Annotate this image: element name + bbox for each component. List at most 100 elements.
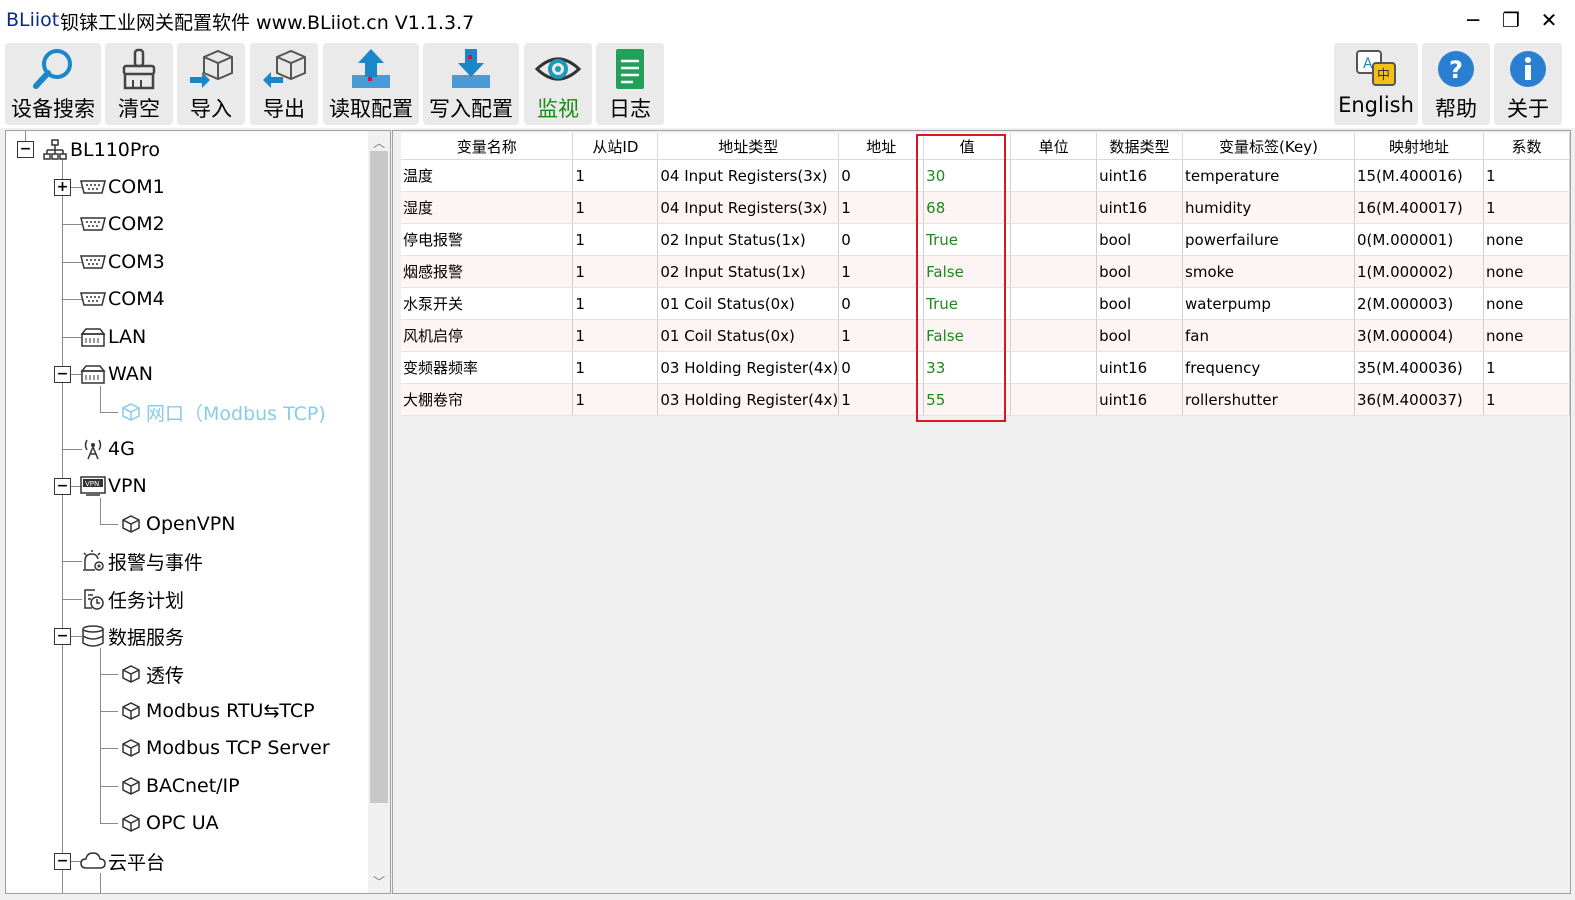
cell-address[interactable]: 1 — [838, 255, 925, 288]
table-row[interactable]: 风机启停 1 01 Coil Status(0x) 1 False bool fan 3(M.… — [401, 319, 1571, 352]
collapse-toggle[interactable]: − — [17, 141, 34, 158]
column-header-address-type[interactable]: 地址类型 — [657, 133, 840, 160]
column-header-variable-name[interactable]: 变量名称 — [401, 133, 574, 160]
cell-slave-id[interactable]: 1 — [572, 223, 659, 256]
cell-value[interactable]: 30 — [923, 159, 1012, 192]
close-button[interactable]: ✕ — [1534, 8, 1564, 32]
write-config-button[interactable]: 写入配置 — [423, 43, 519, 125]
cell-value[interactable]: True — [923, 223, 1012, 256]
tree-item-data-service[interactable]: 数据服务 — [80, 621, 184, 651]
cell-address[interactable]: 0 — [838, 287, 925, 320]
clear-button[interactable]: 清空 — [105, 43, 173, 125]
collapse-toggle[interactable]: − — [54, 628, 71, 645]
cell-address-type[interactable]: 02 Input Status(1x) — [657, 223, 840, 256]
tree-item-transparent[interactable]: 透传 — [118, 659, 184, 689]
tree-item-lan[interactable]: LAN — [80, 322, 146, 352]
cell-mapped-address[interactable]: 2(M.000003) — [1354, 287, 1484, 320]
cell-data-type[interactable]: uint16 — [1096, 191, 1184, 224]
log-button[interactable]: 日志 — [596, 43, 664, 125]
tree-root[interactable]: BL110Pro — [42, 135, 160, 165]
cell-address-type[interactable]: 04 Input Registers(3x) — [657, 191, 840, 224]
read-config-button[interactable]: 读取配置 — [323, 43, 419, 125]
cell-value[interactable]: 68 — [923, 191, 1012, 224]
cell-address-type[interactable]: 04 Input Registers(3x) — [657, 159, 840, 192]
cell-unit[interactable] — [1010, 351, 1098, 384]
cell-data-type[interactable]: uint16 — [1096, 383, 1184, 416]
cell-data-type[interactable]: bool — [1096, 319, 1184, 352]
collapse-toggle[interactable]: − — [54, 853, 71, 870]
restore-button[interactable]: ❐ — [1496, 8, 1526, 32]
cell-address-type[interactable]: 01 Coil Status(0x) — [657, 319, 840, 352]
expand-toggle[interactable]: + — [54, 179, 71, 196]
cell-variable-name[interactable]: 水泵开关 — [401, 287, 574, 320]
cell-data-type[interactable]: uint16 — [1096, 351, 1184, 384]
tree-scrollbar[interactable]: ︿ ﹀ — [368, 131, 390, 893]
cell-tag-key[interactable]: frequency — [1182, 351, 1355, 384]
cell-coefficient[interactable]: none — [1483, 255, 1571, 288]
cell-data-type[interactable]: bool — [1096, 287, 1184, 320]
cell-slave-id[interactable]: 1 — [572, 191, 659, 224]
tree-item-com2[interactable]: COM2 — [80, 209, 165, 239]
column-header-mapped-address[interactable]: 映射地址 — [1354, 133, 1484, 160]
cell-variable-name[interactable]: 风机启停 — [401, 319, 574, 352]
tree-item-modbus-rtu-tcp[interactable]: Modbus RTU⇆TCP — [118, 696, 315, 726]
column-header-slave-id[interactable]: 从站ID — [572, 133, 659, 160]
cell-address[interactable]: 0 — [838, 159, 925, 192]
column-header-address[interactable]: 地址 — [838, 133, 925, 160]
cell-value[interactable]: 33 — [923, 351, 1012, 384]
help-button[interactable]: ? 帮助 — [1422, 43, 1490, 125]
cell-mapped-address[interactable]: 15(M.400016) — [1354, 159, 1484, 192]
cell-coefficient[interactable]: none — [1483, 319, 1571, 352]
cell-data-type[interactable]: uint16 — [1096, 159, 1184, 192]
cell-unit[interactable] — [1010, 287, 1098, 320]
column-header-value[interactable]: 值 — [923, 133, 1012, 160]
cell-tag-key[interactable]: temperature — [1182, 159, 1355, 192]
cell-variable-name[interactable]: 大棚卷帘 — [401, 383, 574, 416]
cell-mapped-address[interactable]: 1(M.000002) — [1354, 255, 1484, 288]
cell-mapped-address[interactable]: 36(M.400037) — [1354, 383, 1484, 416]
column-header-data-type[interactable]: 数据类型 — [1096, 133, 1184, 160]
tree-item-wan[interactable]: WAN — [80, 359, 153, 389]
cell-slave-id[interactable]: 1 — [572, 383, 659, 416]
tree-item-bacnet[interactable]: BACnet/IP — [118, 771, 240, 801]
cell-variable-name[interactable]: 变频器频率 — [401, 351, 574, 384]
minimize-button[interactable]: ─ — [1458, 8, 1488, 32]
device-search-button[interactable]: 设备搜索 — [5, 43, 101, 125]
cell-tag-key[interactable]: waterpump — [1182, 287, 1355, 320]
table-row[interactable]: 变频器频率 1 03 Holding Register(4x) 0 33 uint16 fr… — [401, 351, 1571, 384]
cell-value[interactable]: False — [923, 319, 1012, 352]
cell-coefficient[interactable]: none — [1483, 223, 1571, 256]
tree-item-com4[interactable]: COM4 — [80, 284, 165, 314]
cell-mapped-address[interactable]: 0(M.000001) — [1354, 223, 1484, 256]
table-row[interactable]: 湿度 1 04 Input Registers(3x) 1 68 uint16 humidi… — [401, 191, 1571, 224]
column-header-unit[interactable]: 单位 — [1010, 133, 1098, 160]
cell-variable-name[interactable]: 湿度 — [401, 191, 574, 224]
cell-address[interactable]: 0 — [838, 351, 925, 384]
cell-unit[interactable] — [1010, 223, 1098, 256]
cell-address-type[interactable]: 03 Holding Register(4x) — [657, 383, 840, 416]
cell-address-type[interactable]: 01 Coil Status(0x) — [657, 287, 840, 320]
cell-mapped-address[interactable]: 35(M.400036) — [1354, 351, 1484, 384]
cell-address[interactable]: 0 — [838, 223, 925, 256]
cell-tag-key[interactable]: smoke — [1182, 255, 1355, 288]
cell-value[interactable]: 55 — [923, 383, 1012, 416]
collapse-toggle[interactable]: − — [54, 478, 71, 495]
cell-tag-key[interactable]: humidity — [1182, 191, 1355, 224]
cell-tag-key[interactable]: powerfailure — [1182, 223, 1355, 256]
cell-address[interactable]: 1 — [838, 319, 925, 352]
cell-mapped-address[interactable]: 16(M.400017) — [1354, 191, 1484, 224]
cell-unit[interactable] — [1010, 191, 1098, 224]
tree-item-modbus-tcp-server[interactable]: Modbus TCP Server — [118, 733, 330, 763]
cell-slave-id[interactable]: 1 — [572, 319, 659, 352]
cell-slave-id[interactable]: 1 — [572, 351, 659, 384]
cell-coefficient[interactable]: none — [1483, 287, 1571, 320]
column-header-coefficient[interactable]: 系数 — [1483, 133, 1571, 160]
tree-item-com1[interactable]: COM1 — [80, 172, 165, 202]
cell-unit[interactable] — [1010, 159, 1098, 192]
cell-slave-id[interactable]: 1 — [572, 255, 659, 288]
tree-item-schedule[interactable]: 任务计划 — [80, 584, 184, 614]
import-button[interactable]: 导入 — [177, 43, 245, 125]
table-row[interactable]: 温度 1 04 Input Registers(3x) 0 30 uint16 temper… — [401, 159, 1571, 192]
tree-item-modbus-tcp-port[interactable]: 网口（Modbus TCP) — [118, 397, 326, 427]
cell-value[interactable]: False — [923, 255, 1012, 288]
